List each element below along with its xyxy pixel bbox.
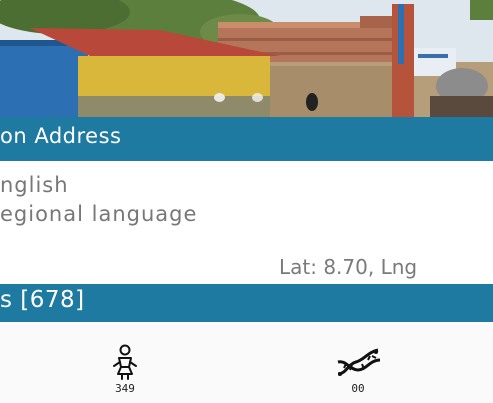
address-section-title: on Address [0,124,122,148]
girls-count: 349 [115,382,135,395]
dna-icon [337,348,381,376]
medium-regional-label: egional language [0,202,198,226]
medium-english-label: nglish [0,173,69,197]
stats-row: 349 00 [0,322,493,403]
hero-photo [0,0,493,117]
girls-stat: 349 [85,344,165,395]
dna-count: 00 [351,382,365,395]
carousel-indicator[interactable] [210,93,270,105]
coordinates-text[interactable]: Lat: 8.70, Lng [279,255,417,279]
girl-icon [113,344,137,380]
carousel-dot[interactable] [252,93,263,102]
address-section-body: nglish egional language Lat: 8.70, Lng [0,161,493,284]
students-section-title: s [678] [0,287,85,313]
address-section-header: on Address [0,117,493,161]
students-section-header: s [678] [0,284,493,322]
dna-stat: 00 [318,344,398,395]
carousel-dot[interactable] [214,93,225,102]
